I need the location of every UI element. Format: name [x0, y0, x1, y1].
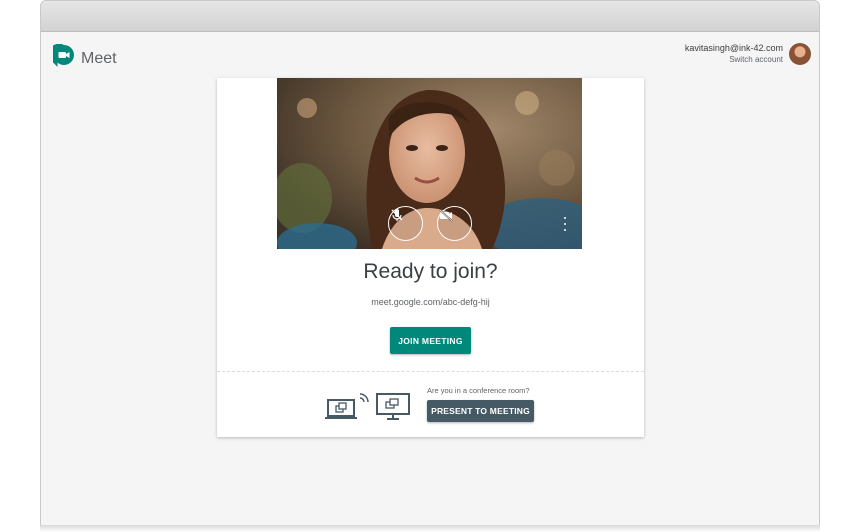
- meet-logo[interactable]: Meet: [48, 43, 117, 73]
- join-meeting-button[interactable]: JOIN MEETING: [390, 327, 471, 354]
- meet-app: Meet kavitasingh@ink-42.com Switch accou…: [41, 32, 819, 525]
- meet-camera-bubble-icon: [48, 43, 75, 73]
- conference-room-question: Are you in a conference room?: [427, 386, 530, 395]
- app-name: Meet: [81, 49, 117, 67]
- window-title-bar: [41, 1, 819, 32]
- more-vert-icon[interactable]: [563, 217, 567, 231]
- microphone-toggle-button[interactable]: [388, 206, 423, 241]
- divider: [217, 371, 644, 372]
- switch-account-link[interactable]: Switch account: [685, 54, 783, 65]
- browser-window: Meet kavitasingh@ink-42.com Switch accou…: [40, 0, 820, 526]
- camera-preview: [277, 78, 582, 249]
- camera-toggle-button[interactable]: [437, 206, 472, 241]
- laptop-to-display-icon: [325, 393, 410, 420]
- meeting-url: meet.google.com/abc-defg-hij: [371, 297, 490, 307]
- cast-illustration: [325, 391, 413, 426]
- join-card: Ready to join? meet.google.com/abc-defg-…: [217, 78, 644, 437]
- account-switcher[interactable]: kavitasingh@ink-42.com Switch account: [685, 43, 811, 65]
- ready-to-join-heading: Ready to join?: [363, 260, 498, 283]
- camera-preview-image: [277, 78, 582, 249]
- avatar[interactable]: [789, 43, 811, 65]
- account-email: kavitasingh@ink-42.com: [684, 43, 783, 53]
- window-shadow: [40, 525, 820, 532]
- present-to-meeting-button[interactable]: PRESENT TO MEETING: [427, 400, 534, 422]
